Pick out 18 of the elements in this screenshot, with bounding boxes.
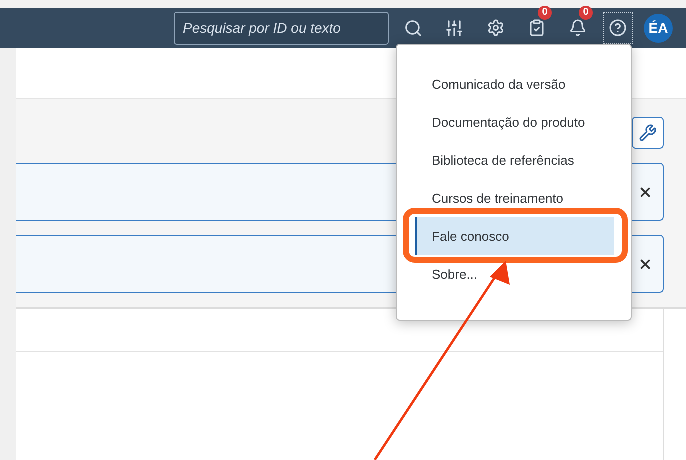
menu-item[interactable]: Comunicado da versão [415,75,566,93]
menu-item[interactable]: Sobre... [415,265,478,283]
search-field[interactable]: Pesquisar por ID ou texto [174,12,389,44]
clipboard-icon [528,19,546,37]
menu-item[interactable]: Cursos de treinamento [415,189,564,207]
menu-item[interactable]: Fale conosco [415,217,614,255]
menu-item[interactable]: Documentação do produto [415,113,586,131]
wrench-icon [639,124,657,142]
menu-item[interactable]: Biblioteca de referências [415,151,574,169]
settings-icon [486,19,504,37]
tasks-badge: 0 [538,6,552,20]
notifications-badge: 0 [579,6,593,20]
search-icon [404,18,423,38]
user-avatar[interactable]: ÉA [644,14,673,42]
sliders-icon [445,18,464,38]
tools-button[interactable] [632,117,664,149]
help-icon [609,19,627,37]
bell-icon [568,19,586,37]
